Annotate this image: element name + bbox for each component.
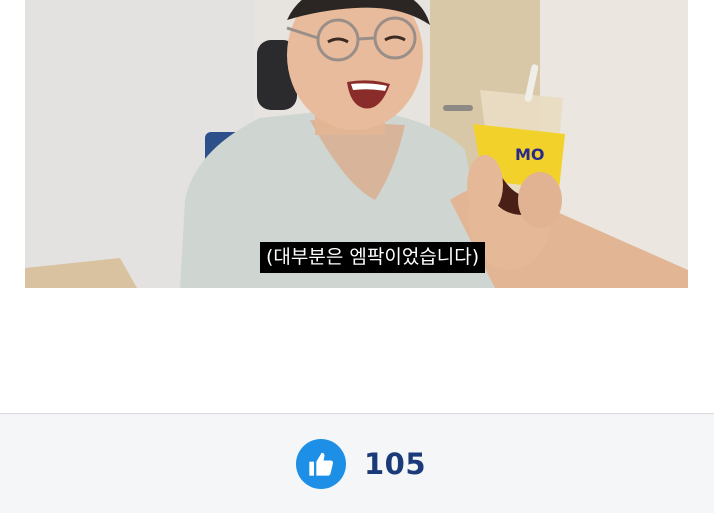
like-count: 105 [364,447,427,481]
like-button[interactable] [296,439,346,489]
cup-label: MO [515,145,545,164]
like-group: 105 [296,439,426,489]
video-subtitle: (대부분은 엠팍이었습니다) [260,242,486,273]
video-frame[interactable]: MO (대부분은 엠팍이었습니다) [25,0,688,288]
reaction-bar: 105 [0,413,714,513]
post-page: MO (대부분은 엠팍이었습니다) 105 [0,0,714,513]
thumbs-up-icon [309,452,333,476]
